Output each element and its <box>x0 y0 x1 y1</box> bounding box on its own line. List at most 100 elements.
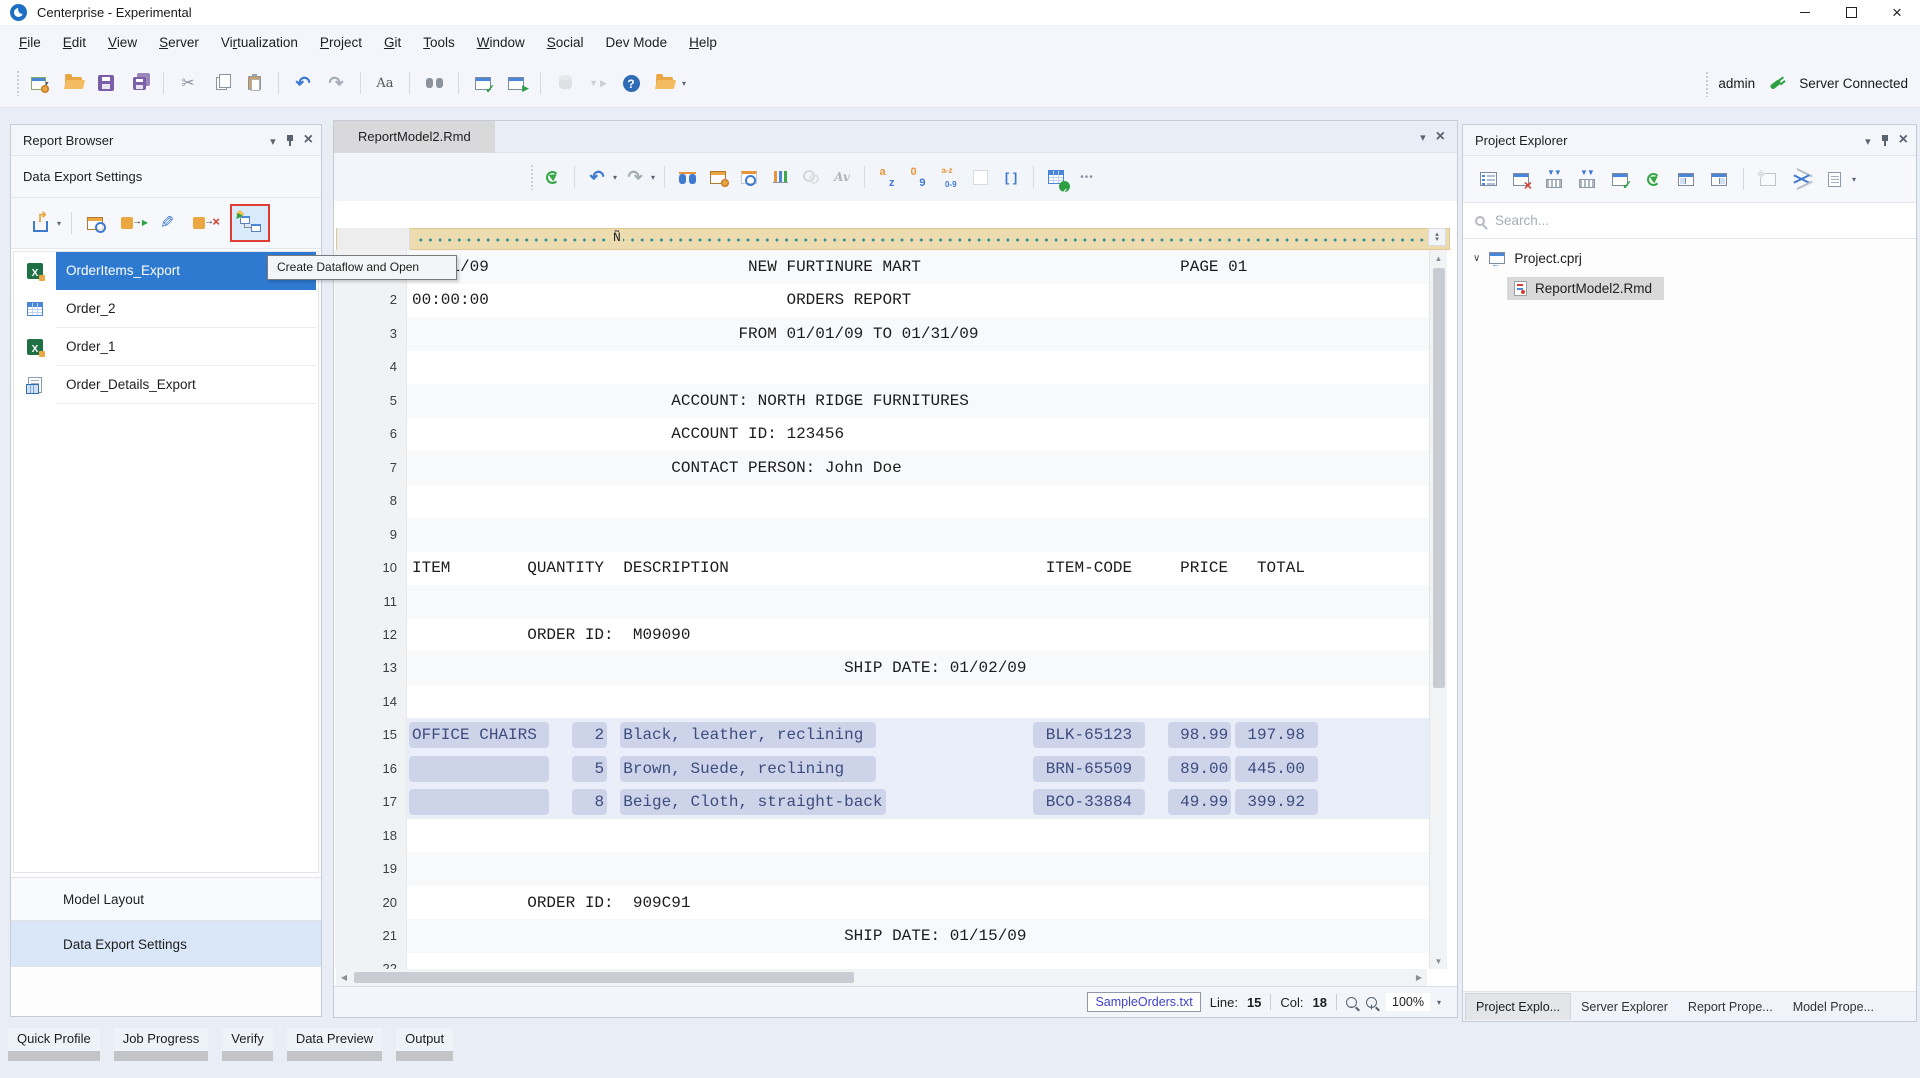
line-text[interactable] <box>407 484 1429 518</box>
field-highlight[interactable]: BLK-65123 <box>1033 722 1145 748</box>
menu-item-tools[interactable]: Tools <box>412 30 466 55</box>
find-icon[interactable] <box>421 70 447 96</box>
tab-quick-profile[interactable]: Quick Profile <box>8 1028 100 1061</box>
window-run-icon[interactable] <box>503 70 529 96</box>
list-item-label[interactable]: Order_1 <box>56 328 316 366</box>
chevron-down-icon[interactable] <box>270 133 276 148</box>
line-text[interactable]: SHIP DATE: 01/15/09 <box>407 919 1429 953</box>
tab-data-preview[interactable]: Data Preview <box>287 1028 382 1061</box>
tab-report-properties[interactable]: Report Prope... <box>1678 994 1783 1020</box>
close-icon[interactable] <box>304 132 313 148</box>
toolbar-overflow-icon[interactable]: ▾ <box>1852 175 1856 184</box>
line-text[interactable]: 00:00:00 ORDERS REPORT <box>407 283 1429 317</box>
menu-item-dev-mode[interactable]: Dev Mode <box>595 30 679 55</box>
line-text[interactable] <box>407 952 1429 969</box>
list-details-icon[interactable] <box>1475 166 1501 192</box>
line-text[interactable] <box>407 685 1429 719</box>
brackets-icon[interactable] <box>998 164 1024 190</box>
menu-item-server[interactable]: Server <box>148 30 210 55</box>
create-dataflow-button[interactable] <box>230 204 270 242</box>
list-item-order-2[interactable]: Order_2 <box>14 290 318 328</box>
chevron-down-icon[interactable] <box>1865 133 1871 148</box>
menu-item-project[interactable]: Project <box>309 30 373 55</box>
help-icon[interactable] <box>618 70 644 96</box>
redo-icon[interactable] <box>622 164 648 190</box>
field-highlight[interactable]: 197.98 <box>1235 722 1318 748</box>
window-check-icon[interactable] <box>470 70 496 96</box>
field-highlight[interactable]: Brown, Suede, reclining <box>620 756 876 782</box>
redo-dropdown-icon[interactable]: ▾ <box>651 173 655 182</box>
copy-icon[interactable] <box>208 70 234 96</box>
refresh-icon[interactable] <box>1640 166 1666 192</box>
field-highlight[interactable]: 5 <box>572 756 607 782</box>
field-highlight[interactable]: BRN-65509 <box>1033 756 1145 782</box>
menu-item-git[interactable]: Git <box>373 30 412 55</box>
close-icon[interactable] <box>1874 0 1920 26</box>
export-dropdown-icon[interactable]: ▾ <box>57 219 61 228</box>
sort-alnum-icon[interactable] <box>936 164 962 190</box>
field-highlight[interactable]: 399.92 <box>1235 789 1318 815</box>
line-text[interactable]: SHIP DATE: 01/02/09 <box>407 651 1429 685</box>
line-text[interactable]: ITEM QUANTITY DESCRIPTION ITEM-CODE PRIC… <box>407 551 1429 585</box>
scroll-right-icon[interactable]: ▶ <box>1411 973 1427 982</box>
field-highlight[interactable]: 8 <box>572 789 607 815</box>
column-ruler[interactable]: Ñ <box>336 228 1450 250</box>
paste-icon[interactable] <box>241 70 267 96</box>
tab-output[interactable]: Output <box>396 1028 453 1061</box>
scroll-left-icon[interactable]: ◀ <box>336 973 352 982</box>
document-stack-icon[interactable] <box>1821 166 1847 192</box>
find-icon[interactable] <box>674 164 700 190</box>
more-icon[interactable] <box>1074 164 1100 190</box>
line-text[interactable]: ORDER ID: M09090 <box>407 618 1429 652</box>
import-grid-icon-2[interactable] <box>1574 166 1600 192</box>
delete-export-icon[interactable] <box>186 210 220 236</box>
vertical-scrollbar[interactable]: ▲ ▼ <box>1429 250 1447 969</box>
field-highlight[interactable] <box>409 756 549 782</box>
zoom-in-icon[interactable]: + <box>1366 997 1377 1008</box>
zoom-dropdown-icon[interactable]: ▾ <box>1437 998 1441 1007</box>
import-grid-icon[interactable] <box>1541 166 1567 192</box>
data-export-settings-button[interactable]: Data Export Settings <box>11 921 321 967</box>
line-text[interactable]: 01/31/09 NEW FURTINURE MART PAGE 01 <box>407 250 1429 284</box>
open-folder-icon[interactable] <box>60 70 86 96</box>
save-all-icon[interactable] <box>126 70 152 96</box>
undo-icon[interactable] <box>584 164 610 190</box>
menu-item-window[interactable]: Window <box>466 30 536 55</box>
close-icon[interactable] <box>1899 132 1908 148</box>
chevron-down-icon[interactable] <box>1420 128 1426 146</box>
undo-dropdown-icon[interactable]: ▾ <box>613 173 617 182</box>
line-text[interactable] <box>407 819 1429 853</box>
font-icon[interactable] <box>372 70 398 96</box>
line-text[interactable]: CONTACT PERSON: John Doe <box>407 451 1429 485</box>
field-highlight[interactable]: Black, leather, reclining <box>620 722 876 748</box>
split-right-icon[interactable] <box>1706 166 1732 192</box>
source-file-chip[interactable]: SampleOrders.txt <box>1087 992 1200 1012</box>
list-item-order-details-export[interactable]: Order_Details_Export <box>14 366 318 404</box>
menu-item-file[interactable]: File <box>8 30 52 55</box>
tree-item-label[interactable]: ReportModel2.Rmd <box>1535 281 1652 296</box>
split-left-icon[interactable] <box>1673 166 1699 192</box>
toolbar-overflow-icon[interactable]: ▾ <box>682 79 686 88</box>
line-text[interactable] <box>407 350 1429 384</box>
model-layout-button[interactable]: Model Layout <box>11 877 321 921</box>
window-close-icon[interactable] <box>1508 166 1534 192</box>
report-text-area[interactable]: 101/31/09 NEW FURTINURE MART PAGE 01200:… <box>335 250 1429 969</box>
field-highlight[interactable]: OFFICE CHAIRS <box>409 722 549 748</box>
tab-project-explorer[interactable]: Project Explo... <box>1465 993 1571 1020</box>
pin-icon[interactable] <box>285 134 295 147</box>
field-highlight[interactable]: 49.99 <box>1168 789 1232 815</box>
scroll-down-icon[interactable]: ▼ <box>1435 953 1443 969</box>
list-item-order-1[interactable]: Order_1 <box>14 328 318 366</box>
field-highlight[interactable]: 89.00 <box>1168 756 1232 782</box>
chart-icon[interactable] <box>767 164 793 190</box>
menu-item-edit[interactable]: Edit <box>52 30 97 55</box>
field-highlight[interactable]: BCO-33884 <box>1033 789 1145 815</box>
edit-pencil-icon[interactable] <box>154 210 180 236</box>
tree-item-project[interactable]: ∨ Project.cprj <box>1463 243 1916 273</box>
window-check-icon[interactable] <box>1607 166 1633 192</box>
save-icon[interactable] <box>93 70 119 96</box>
table-verify-icon[interactable] <box>1043 164 1069 190</box>
undo-icon[interactable] <box>290 70 316 96</box>
pattern-window-icon[interactable] <box>705 164 731 190</box>
field-highlight[interactable] <box>409 789 549 815</box>
